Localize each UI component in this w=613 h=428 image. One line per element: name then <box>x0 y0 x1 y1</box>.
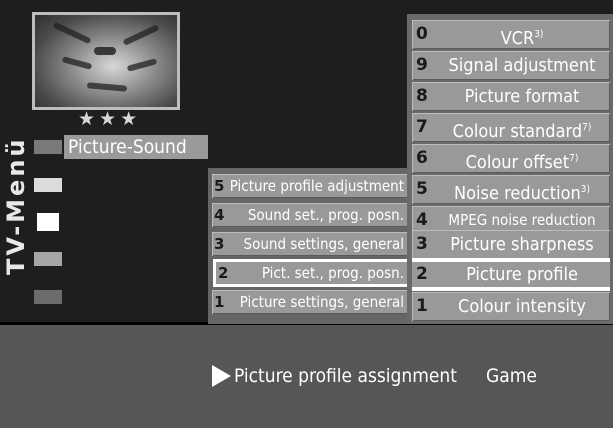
option-number: 0 <box>416 24 428 44</box>
option-number: 2 <box>416 264 428 284</box>
item-number: 5 <box>214 177 225 195</box>
option-colour-standard[interactable]: 7 Colour standard7) <box>412 113 610 142</box>
menu-icon-4[interactable] <box>34 252 62 266</box>
submenu-item-4[interactable]: 4 Sound set., prog. posn. <box>212 203 408 227</box>
submenu-item-3[interactable]: 3 Sound settings, general <box>212 232 408 256</box>
item-label: Sound settings, general <box>243 235 404 253</box>
option-number: 6 <box>416 148 428 168</box>
option-number: 8 <box>416 86 428 106</box>
item-label: Pict. set., prog. posn. <box>261 264 404 282</box>
menu-icon-5[interactable] <box>34 290 62 304</box>
option-vcr[interactable]: 0 VCR3) <box>412 20 610 49</box>
menu-icon-3[interactable] <box>37 213 59 231</box>
tv-menu-title: TV-Menü <box>2 136 30 276</box>
option-label: Noise reduction3) <box>454 183 590 204</box>
option-label: Colour standard7) <box>452 121 592 142</box>
menu-icon-1[interactable] <box>34 140 62 154</box>
option-number: 3 <box>416 234 428 254</box>
option-colour-offset[interactable]: 6 Colour offset7) <box>412 144 610 173</box>
option-number: 7 <box>416 117 428 137</box>
item-number: 4 <box>214 206 225 224</box>
option-label: Picture format <box>464 86 580 107</box>
option-label: Colour intensity <box>458 296 586 317</box>
play-arrow-icon <box>212 365 231 387</box>
item-number: 1 <box>214 293 225 311</box>
option-label: Picture sharpness <box>450 234 594 255</box>
picture-sound-label[interactable]: Picture-Sound <box>64 135 208 159</box>
option-number: 9 <box>416 55 428 75</box>
option-label: Signal adjustment <box>448 55 596 76</box>
option-label: Colour offset7) <box>465 152 579 173</box>
item-number: 2 <box>218 264 229 282</box>
menu-icon-2[interactable] <box>34 178 62 192</box>
option-picture-format[interactable]: 8 Picture format <box>412 82 610 111</box>
option-colour-intensity[interactable]: 1 Colour intensity <box>412 292 610 321</box>
option-number: 5 <box>416 179 428 199</box>
option-noise-reduction[interactable]: 5 Noise reduction3) <box>412 175 610 204</box>
option-label: Picture profile <box>466 264 578 285</box>
option-picture-profile-selected[interactable]: 2 Picture profile <box>412 258 610 291</box>
option-picture-sharpness[interactable]: 3 Picture sharpness <box>412 230 610 259</box>
item-label: Sound set., prog. posn. <box>247 206 404 224</box>
submenu-item-2-selected[interactable]: 2 Pict. set., prog. posn. <box>213 259 411 287</box>
rating-stars: ★★★ <box>78 108 142 130</box>
option-label: VCR3) <box>500 28 544 49</box>
submenu-item-1[interactable]: 1 Picture settings, general <box>212 290 408 314</box>
profile-assignment-label: Picture profile assignment <box>234 365 457 387</box>
profile-assignment-value[interactable]: Game <box>486 363 537 389</box>
option-number: 1 <box>416 296 428 316</box>
submenu-item-5[interactable]: 5 Picture profile adjustment <box>212 174 408 198</box>
preview-thumbnail <box>32 12 180 110</box>
item-label: Picture settings, general <box>239 293 404 311</box>
option-signal-adjustment[interactable]: 9 Signal adjustment <box>412 51 610 80</box>
item-number: 3 <box>214 235 225 253</box>
item-label: Picture profile adjustment <box>229 177 404 195</box>
